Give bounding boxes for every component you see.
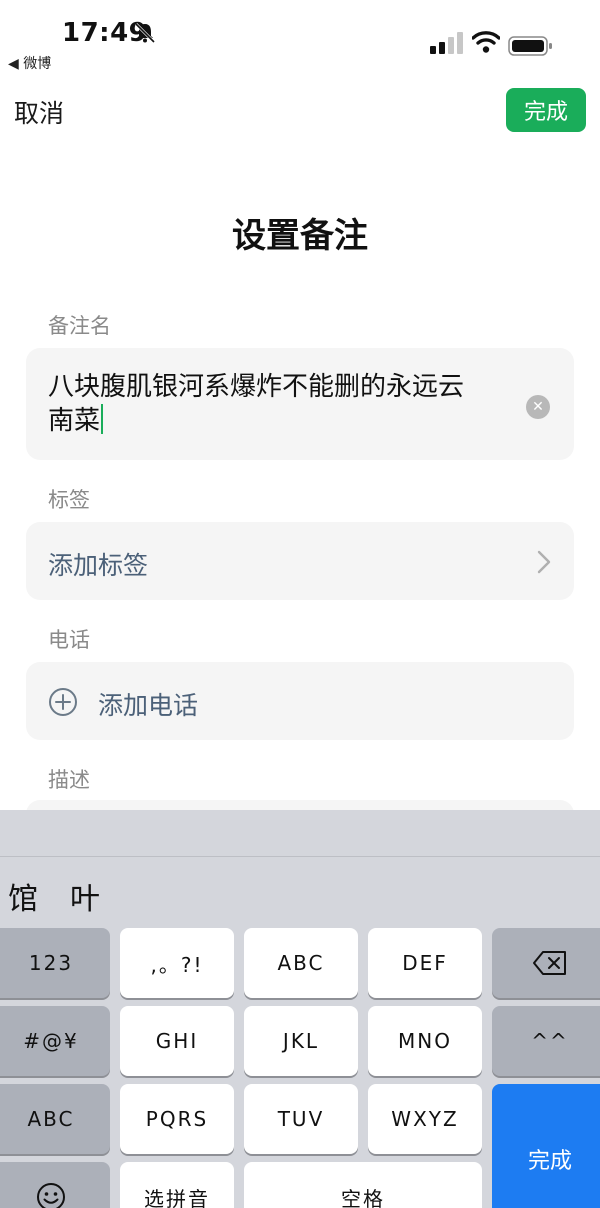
ghi-key[interactable]: GHI: [120, 1006, 234, 1076]
keyboard-done-key[interactable]: 完成: [492, 1084, 600, 1208]
remark-name-line2: 南菜: [48, 406, 101, 436]
tuv-key[interactable]: TUV: [244, 1084, 358, 1154]
done-button[interactable]: 完成: [506, 88, 586, 132]
punctuation-key[interactable]: ,。?!: [120, 928, 234, 998]
remark-name-field[interactable]: 八块腹肌银河系爆炸不能删的永远云 南菜 ✕: [26, 348, 574, 460]
add-tag-label: 添加标签: [48, 551, 149, 580]
pinyin-select-key[interactable]: 选拼音: [120, 1162, 234, 1208]
add-phone-label: 添加电话: [98, 691, 199, 720]
emoji-icon: [37, 1183, 65, 1208]
remark-name-line1: 八块腹肌银河系爆炸不能删的永远云: [48, 372, 465, 402]
clear-input-icon[interactable]: ✕: [526, 395, 550, 419]
add-tag-row[interactable]: 添加标签: [26, 522, 574, 600]
wxyz-key[interactable]: WXYZ: [368, 1084, 482, 1154]
jkl-key[interactable]: JKL: [244, 1006, 358, 1076]
abc-switch-key[interactable]: ABC: [0, 1084, 110, 1154]
battery-icon: [508, 36, 552, 56]
back-to-app-link[interactable]: ◀ 微博: [8, 53, 51, 73]
wifi-icon: [472, 31, 500, 53]
backspace-icon: [533, 951, 566, 975]
remark-label: 备注名: [48, 314, 111, 338]
text-caret: [101, 404, 104, 434]
page-title: 设置备注: [232, 216, 368, 256]
remark-name-value[interactable]: 八块腹肌银河系爆炸不能删的永远云 南菜: [48, 370, 488, 438]
candidate-word[interactable]: 叶: [70, 874, 100, 918]
backspace-key[interactable]: [492, 928, 600, 998]
emoji-key[interactable]: [0, 1162, 110, 1208]
add-phone-row[interactable]: 添加电话: [26, 662, 574, 740]
phone-label: 电话: [48, 628, 90, 652]
description-label: 描述: [48, 768, 90, 792]
tags-label: 标签: [48, 488, 90, 512]
numbers-key[interactable]: 123: [0, 928, 110, 998]
symbols-key[interactable]: #@¥: [0, 1006, 110, 1076]
keyboard-divider: [0, 856, 600, 857]
bell-muted-icon: [134, 22, 156, 44]
abc-key[interactable]: ABC: [244, 928, 358, 998]
cancel-button[interactable]: 取消: [14, 94, 64, 130]
pqrs-key[interactable]: PQRS: [120, 1084, 234, 1154]
cellular-signal-icon: [430, 32, 463, 54]
add-circle-icon: [49, 688, 77, 716]
emoticon-key[interactable]: ^^: [492, 1006, 600, 1076]
candidate-word[interactable]: 馆: [8, 874, 38, 918]
def-key[interactable]: DEF: [368, 928, 482, 998]
mno-key[interactable]: MNO: [368, 1006, 482, 1076]
space-key[interactable]: 空格: [244, 1162, 482, 1208]
chevron-right-icon: [537, 550, 551, 574]
